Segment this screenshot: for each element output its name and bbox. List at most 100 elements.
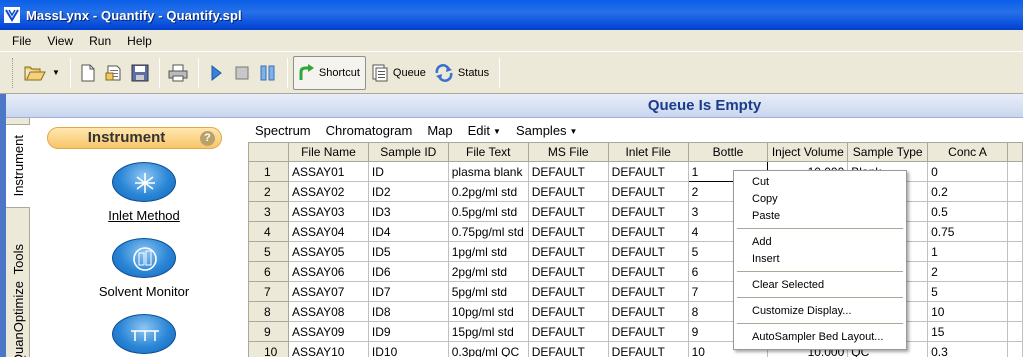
cell-file-text[interactable]: 0.3pg/ml QC (447, 341, 529, 357)
cell-conc-a[interactable]: 0.2 (927, 181, 1008, 202)
cell-row-number[interactable]: 5 (248, 241, 289, 262)
toolbar-grip[interactable] (12, 57, 15, 88)
cell-file-text[interactable]: 1pg/ml std (447, 241, 529, 262)
context-menu-add[interactable]: Add (752, 234, 772, 250)
cell-file-text[interactable]: 0.75pg/ml std (447, 221, 529, 242)
tab-quanoptimize[interactable]: QuanOptimize (6, 281, 30, 357)
cell-file-name[interactable]: ASSAY02 (287, 181, 369, 202)
dropdown-arrow-icon[interactable]: ▼ (52, 68, 60, 77)
cell-file-name[interactable]: ASSAY04 (287, 221, 369, 242)
cell-row-number[interactable]: 3 (248, 201, 289, 222)
cell-file-name[interactable]: ASSAY08 (287, 301, 369, 322)
cell-file-text[interactable]: plasma blank (447, 161, 529, 182)
submenu-map[interactable]: Map (427, 123, 452, 138)
cell-file-name[interactable]: ASSAY05 (287, 241, 369, 262)
cell-conc-a[interactable]: 5 (927, 281, 1008, 302)
tab-tools[interactable]: Tools (6, 238, 30, 280)
column-header-file-name[interactable]: File Name (287, 142, 369, 162)
cell-row-number[interactable]: 7 (248, 281, 289, 302)
context-menu-insert[interactable]: Insert (752, 251, 780, 267)
help-icon[interactable]: ? (200, 131, 215, 146)
menu-run[interactable]: Run (81, 32, 119, 50)
cell-sample-id[interactable]: ID9 (367, 321, 449, 342)
cell-inlet-file[interactable]: DEFAULT (607, 181, 689, 202)
column-header-conc-a[interactable]: Conc A (927, 142, 1008, 162)
context-menu-copy[interactable]: Copy (752, 191, 778, 207)
open-button[interactable]: ▼ (21, 56, 63, 90)
new-button[interactable] (76, 56, 100, 90)
context-menu-cut[interactable]: Cut (752, 174, 769, 190)
status-button[interactable]: Status (431, 56, 492, 90)
cell-inlet-file[interactable]: DEFAULT (607, 281, 689, 302)
column-header[interactable] (248, 142, 289, 162)
cell-inlet-file[interactable]: DEFAULT (607, 161, 689, 182)
context-menu-clear-selected[interactable]: Clear Selected (752, 277, 824, 293)
cell-ms-file[interactable]: DEFAULT (527, 161, 609, 182)
masslynx-app-icon[interactable] (4, 7, 20, 23)
cell-conc-a[interactable]: 0 (927, 161, 1008, 182)
menu-view[interactable]: View (39, 32, 81, 50)
cell-file-text[interactable]: 2pg/ml std (447, 261, 529, 282)
cell-sample-id[interactable]: ID2 (367, 181, 449, 202)
cell-file-text[interactable]: 0.2pg/ml std (447, 181, 529, 202)
cell-sample-id[interactable]: ID6 (367, 261, 449, 282)
context-menu-customize-display[interactable]: Customize Display... (752, 303, 851, 319)
cell-ms-file[interactable]: DEFAULT (527, 301, 609, 322)
context-menu-paste[interactable]: Paste (752, 208, 780, 224)
cell-row-number[interactable]: 1 (248, 161, 289, 182)
menu-file[interactable]: File (4, 32, 39, 50)
submenu-edit[interactable]: Edit ▼ (468, 123, 501, 138)
cell-sample-id[interactable]: ID7 (367, 281, 449, 302)
column-header-ms-file[interactable]: MS File (527, 142, 609, 162)
queue-button[interactable]: Queue (368, 56, 429, 90)
cell-file-name[interactable]: ASSAY03 (287, 201, 369, 222)
tab-instrument[interactable]: Instrument (6, 124, 30, 208)
cell-ms-file[interactable]: DEFAULT (527, 241, 609, 262)
print-button[interactable] (165, 56, 191, 90)
properties-button[interactable] (102, 56, 126, 90)
cell-row-number[interactable]: 10 (248, 341, 289, 357)
context-menu-autosampler-bed-layout[interactable]: AutoSampler Bed Layout... (752, 329, 883, 345)
cell-file-name[interactable]: ASSAY09 (287, 321, 369, 342)
cell-ms-file[interactable]: DEFAULT (527, 281, 609, 302)
solvent-monitor-shortcut[interactable]: Solvent Monitor (59, 238, 229, 299)
cell-ms-file[interactable]: DEFAULT (527, 261, 609, 282)
cell-inlet-file[interactable]: DEFAULT (607, 261, 689, 282)
cell-sample-id[interactable]: ID8 (367, 301, 449, 322)
cell-row-number[interactable]: 9 (248, 321, 289, 342)
cell-sample-id[interactable]: ID5 (367, 241, 449, 262)
cell-conc-a[interactable]: 0.3 (927, 341, 1008, 357)
cell-inlet-file[interactable]: DEFAULT (607, 201, 689, 222)
column-header-inlet-file[interactable]: Inlet File (607, 142, 689, 162)
cell-ms-file[interactable]: DEFAULT (527, 221, 609, 242)
cell-ms-file[interactable]: DEFAULT (527, 321, 609, 342)
submenu-chromatogram[interactable]: Chromatogram (326, 123, 413, 138)
cell-file-text[interactable]: 0.5pg/ml std (447, 201, 529, 222)
column-header-sample-type[interactable]: Sample Type (847, 142, 929, 162)
column-header-bottle[interactable]: Bottle (687, 142, 769, 162)
cell-inlet-file[interactable]: DEFAULT (607, 221, 689, 242)
cell-conc-a[interactable]: 0.75 (927, 221, 1008, 242)
cell-conc-a[interactable]: 15 (927, 321, 1008, 342)
cell-conc-a[interactable]: 10 (927, 301, 1008, 322)
pause-button[interactable] (256, 56, 280, 90)
cell-file-name[interactable]: ASSAY06 (287, 261, 369, 282)
play-button[interactable] (204, 56, 228, 90)
cell-ms-file[interactable]: DEFAULT (527, 181, 609, 202)
cell-row-number[interactable]: 4 (248, 221, 289, 242)
cell-row-number[interactable]: 6 (248, 261, 289, 282)
cell-file-text[interactable]: 5pg/ml std (447, 281, 529, 302)
cell-file-text[interactable]: 15pg/ml std (447, 321, 529, 342)
cell-file-name[interactable]: ASSAY10 (287, 341, 369, 357)
submenu-spectrum[interactable]: Spectrum (255, 123, 311, 138)
save-button[interactable] (128, 56, 152, 90)
cell-conc-a[interactable]: 1 (927, 241, 1008, 262)
cell-file-name[interactable]: ASSAY01 (287, 161, 369, 182)
cell-ms-file[interactable]: DEFAULT (527, 341, 609, 357)
cell-inlet-file[interactable]: DEFAULT (607, 241, 689, 262)
cell-conc-a[interactable]: 0.5 (927, 201, 1008, 222)
autosampler-shortcut[interactable] (59, 314, 229, 354)
cell-file-text[interactable]: 10pg/ml std (447, 301, 529, 322)
cell-row-number[interactable]: 2 (248, 181, 289, 202)
cell-sample-id[interactable]: ID4 (367, 221, 449, 242)
